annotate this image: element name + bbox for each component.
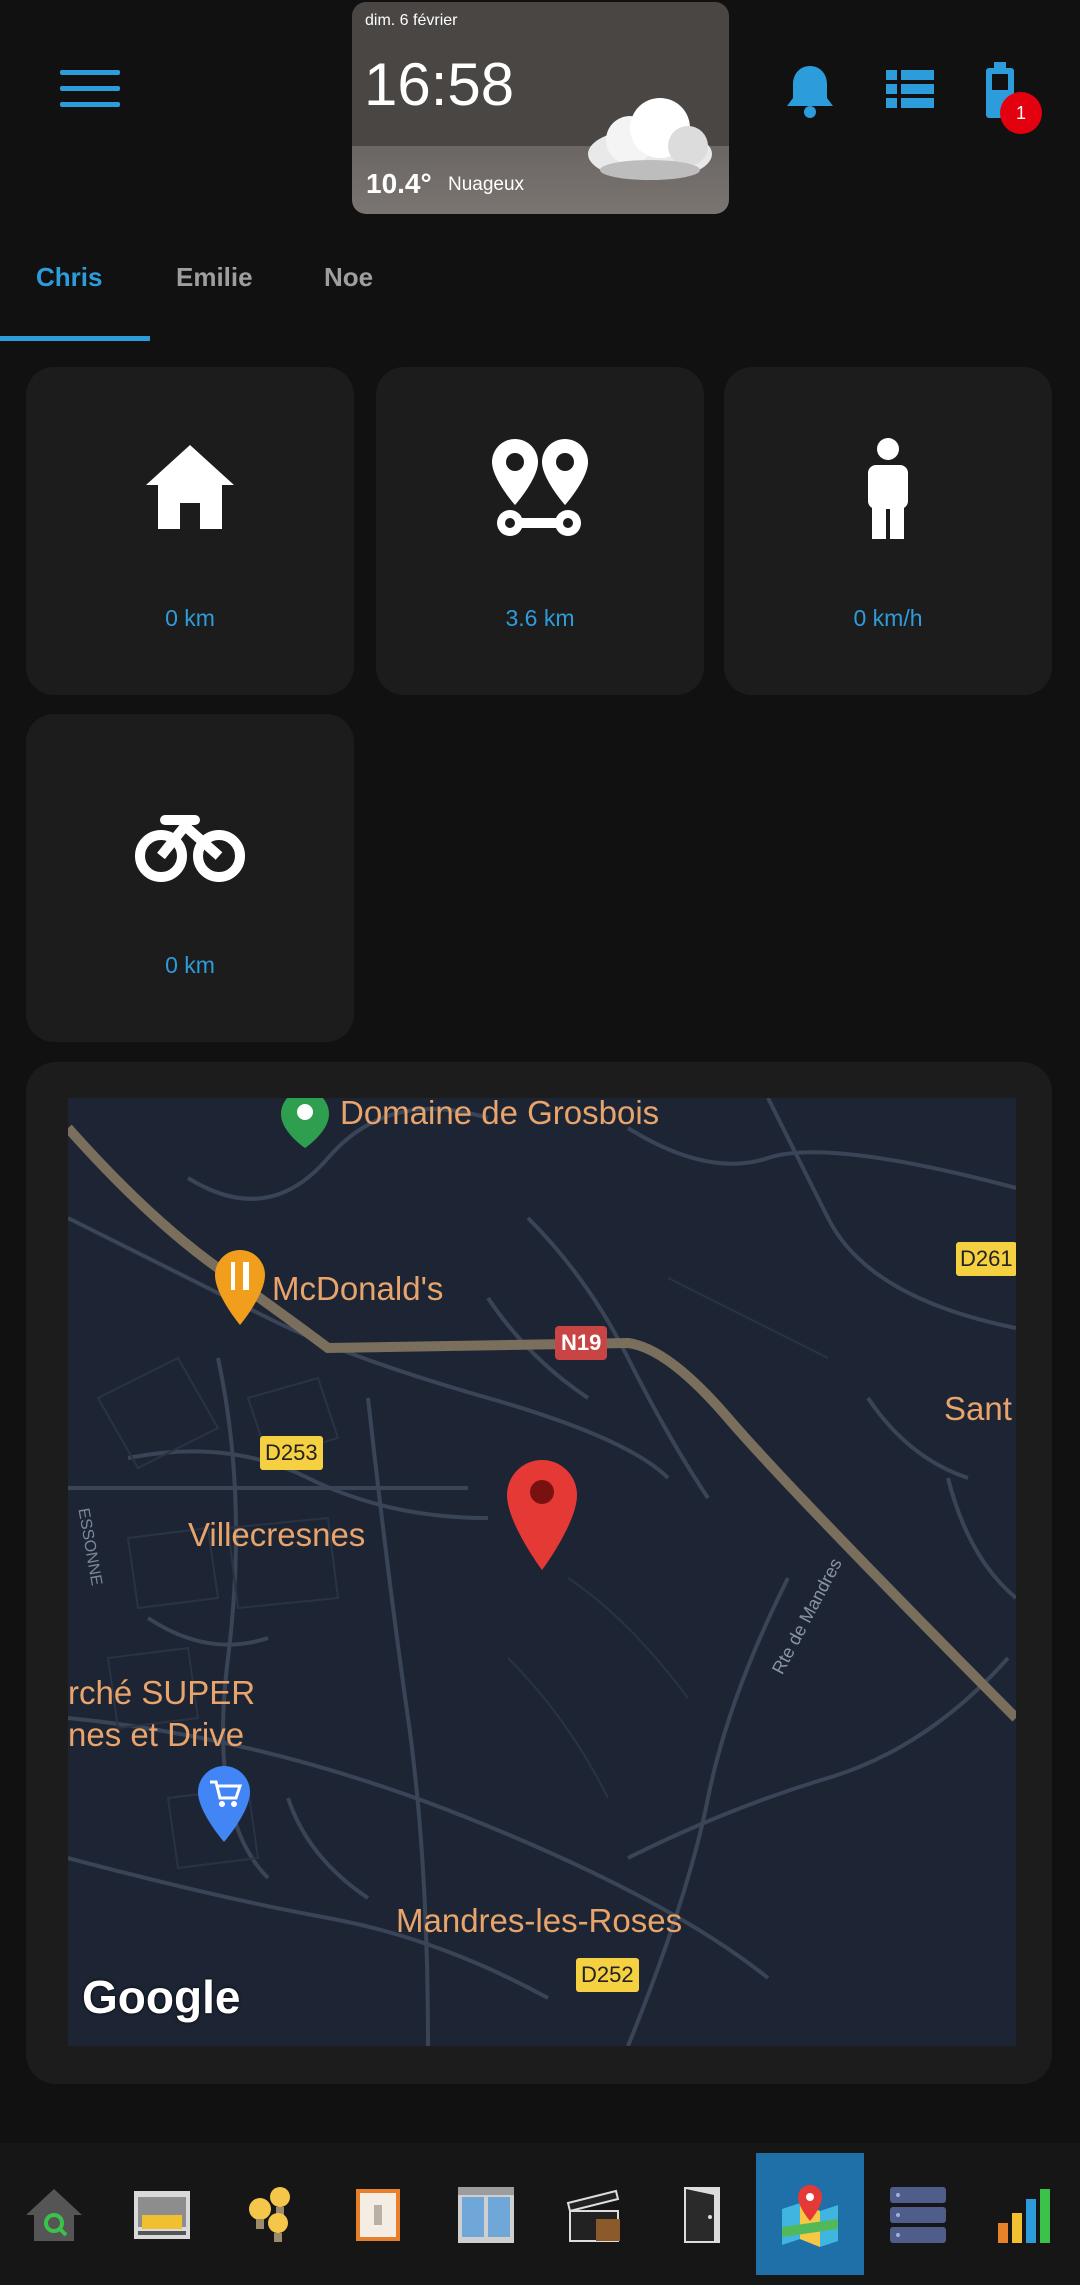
server-icon <box>890 2187 946 2243</box>
bulbs-icon <box>249 2187 290 2242</box>
tab-noe[interactable]: Noe <box>324 262 373 293</box>
tab-chris[interactable]: Chris <box>36 262 102 293</box>
map-label-sant: Sant <box>944 1390 1012 1427</box>
nav-server[interactable] <box>864 2153 972 2275</box>
list-icon[interactable] <box>880 60 940 120</box>
map-label-d261: D261 <box>956 1242 1016 1276</box>
map-icon <box>782 2185 838 2247</box>
card-value: 0 km <box>165 952 215 978</box>
bar-chart-icon <box>998 2189 1050 2243</box>
bottom-navigation <box>0 2143 1080 2285</box>
route-icon <box>492 439 588 536</box>
nav-window[interactable] <box>432 2153 540 2275</box>
nav-cinema[interactable] <box>540 2153 648 2275</box>
card-bicycle-distance[interactable]: 0 km <box>26 714 354 1042</box>
nav-map[interactable] <box>756 2153 864 2275</box>
map[interactable]: Domaine de Grosbois McDonald's N19 D261 … <box>68 1098 1016 2046</box>
weather-condition: Nuageux <box>448 174 525 195</box>
hamburger-menu-icon[interactable] <box>60 70 120 110</box>
nav-home-search[interactable] <box>0 2153 108 2275</box>
google-logo: Google <box>82 1971 241 2023</box>
map-label-mcdonalds: McDonald's <box>272 1270 444 1307</box>
shopping-marker-icon <box>198 1766 250 1842</box>
card-value: 3.6 km <box>505 605 575 631</box>
battery-badge: 1 <box>1000 92 1042 134</box>
nav-garage[interactable] <box>108 2153 216 2275</box>
home-search-icon <box>26 2189 82 2241</box>
nav-door[interactable] <box>648 2153 756 2275</box>
nav-lights[interactable] <box>216 2153 324 2275</box>
weather-temperature: 10.4° <box>366 168 432 199</box>
card-home-distance[interactable]: 0 km <box>26 367 354 695</box>
window-icon <box>458 2187 514 2243</box>
bicycle-icon <box>135 815 245 882</box>
map-label-domaine: Domaine de Grosbois <box>340 1098 660 1131</box>
home-icon <box>146 445 234 529</box>
nav-stats[interactable] <box>972 2153 1080 2275</box>
person-icon <box>868 438 908 539</box>
clapperboard-icon <box>566 2189 620 2242</box>
garage-icon <box>134 2191 190 2239</box>
map-label-d253: D253 <box>260 1436 323 1470</box>
map-label-mandres: Mandres-les-Roses <box>396 1902 683 1939</box>
tab-emilie[interactable]: Emilie <box>176 262 253 293</box>
door-icon <box>684 2187 720 2243</box>
card-speed[interactable]: 0 km/h <box>724 367 1052 695</box>
map-label-villecresnes: Villecresnes <box>188 1516 366 1553</box>
weather-time: 16:58 <box>364 51 515 118</box>
park-marker-icon <box>281 1098 329 1148</box>
bell-icon[interactable] <box>780 60 840 120</box>
map-label-n19: N19 <box>555 1326 608 1360</box>
restaurant-marker-icon <box>215 1250 265 1325</box>
map-label-super-2: nes et Drive <box>68 1716 245 1753</box>
tab-underline <box>0 336 150 341</box>
card-value: 0 km <box>165 605 215 631</box>
weather-widget[interactable]: dim. 6 février 16:58 10.4° Nuageux <box>352 2 729 214</box>
nav-switch[interactable] <box>324 2153 432 2275</box>
card-route-distance[interactable]: 3.6 km <box>376 367 704 695</box>
location-pin-icon[interactable] <box>504 1458 580 1572</box>
cloud-icon <box>588 98 712 180</box>
card-value: 0 km/h <box>853 605 923 631</box>
map-label-d252: D252 <box>576 1958 639 1992</box>
switch-icon <box>356 2189 400 2241</box>
weather-date: dim. 6 février <box>365 12 458 29</box>
map-label-super-1: rché SUPER <box>68 1674 256 1711</box>
